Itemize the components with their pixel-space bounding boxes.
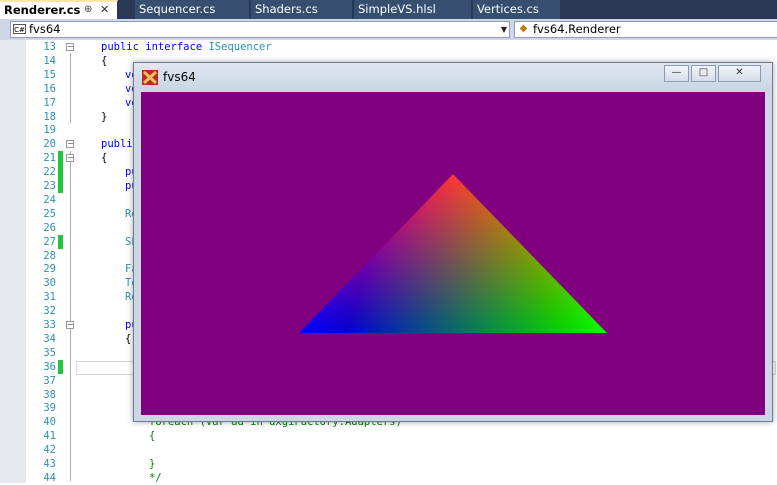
render-window[interactable]: fvs64 — □ ✕ [133,62,773,422]
code-text: } [149,458,156,470]
line-number: 13 [43,41,56,53]
minimize-button[interactable]: — [664,65,689,82]
change-marker [58,234,63,249]
line-number: 19 [43,124,56,137]
code-line: 13 − public interface ISequencer [0,40,777,54]
keyword: public interface [101,41,203,53]
tab-shaders-cs[interactable]: Shaders.cs [251,0,353,19]
line-number: 33 [43,319,56,331]
line-number: 31 [43,291,56,304]
change-marker [58,359,63,374]
code-text: { [101,54,108,67]
type-name: ISequencer [208,41,272,53]
line-number: 26 [43,221,56,234]
tab-label: Sequencer.cs [139,2,216,16]
line-number: 21 [43,152,56,165]
tab-renderer-cs[interactable]: Renderer.cs ⊕ ✕ [0,0,118,19]
class-icon: ◆ [519,23,528,34]
line-number: 42 [43,444,56,457]
tab-vertices-cs[interactable]: Vertices.cs [473,0,561,19]
app-icon [142,70,158,85]
tab-label: Renderer.cs [4,3,81,17]
maximize-button[interactable]: □ [691,65,716,82]
code-line: 41 { [0,429,777,443]
window-title: fvs64 [163,70,196,84]
line-number: 43 [43,458,56,470]
code-line: 43} [0,457,777,471]
close-icon[interactable]: ✕ [100,2,109,18]
line-number: 28 [43,249,56,262]
tab-simplevs-hlsl[interactable]: SimpleVS.hlsl [354,0,472,19]
collapse-icon[interactable]: − [66,43,74,51]
project-label: fvs64 [29,22,61,36]
line-number: 30 [43,277,56,290]
code-line: 42 [0,443,777,457]
tab-label: Vertices.cs [477,2,539,16]
line-number: 20 [43,138,56,151]
line-number: 25 [43,207,56,220]
document-tab-strip: Renderer.cs ⊕ ✕ Sequencer.cs Shaders.cs … [0,0,777,19]
line-number: 24 [43,193,56,206]
line-number: 18 [43,110,56,123]
line-number: 39 [43,402,56,415]
line-number: 38 [43,388,56,401]
member-label: fvs64.Renderer [533,22,621,36]
line-number: 40 [43,416,56,429]
member-dropdown[interactable]: ◆ fvs64.Renderer [514,21,777,38]
line-number: 14 [43,54,56,67]
change-marker [58,151,63,166]
navigation-bar: C# fvs64 ▼ ◆ fvs64.Renderer [0,19,777,40]
chevron-down-icon[interactable]: ▼ [501,22,507,37]
line-number: 29 [43,263,56,276]
window-title-bar[interactable]: fvs64 — □ ✕ [134,63,772,91]
line-number: 36 [43,360,56,373]
line-number: 34 [43,332,56,345]
line-number: 35 [43,346,56,359]
collapse-icon[interactable]: − [66,154,74,163]
line-number: 23 [43,180,56,192]
tab-sequencer-cs[interactable]: Sequencer.cs [135,0,250,19]
line-number: 17 [43,96,56,109]
line-number: 22 [43,166,56,179]
line-number: 41 [43,430,56,443]
code-text: { [149,430,156,443]
line-number: 37 [43,374,56,387]
triangle-green-component [299,174,607,333]
tab-label: Shaders.cs [255,2,318,16]
line-number: 15 [43,68,56,81]
collapse-icon[interactable]: − [66,140,74,149]
render-viewport [141,92,765,415]
project-dropdown[interactable]: C# fvs64 ▼ [10,21,510,38]
change-marker [58,165,63,180]
pin-icon[interactable]: ⊕ [84,2,92,18]
code-text: } [101,110,108,123]
line-number: 27 [43,235,56,248]
line-number: 16 [43,82,56,95]
line-number: 32 [43,305,56,318]
change-marker [58,179,63,193]
collapse-icon[interactable]: − [66,321,74,329]
close-button[interactable]: ✕ [718,65,761,82]
code-text: publi [101,138,133,151]
code-text: public interface ISequencer [101,40,272,54]
code-text: { [125,332,132,345]
triangle-render [299,174,607,333]
code-text: { [101,152,108,165]
tab-label: SimpleVS.hlsl [358,2,436,16]
csharp-project-icon: C# [13,24,26,34]
